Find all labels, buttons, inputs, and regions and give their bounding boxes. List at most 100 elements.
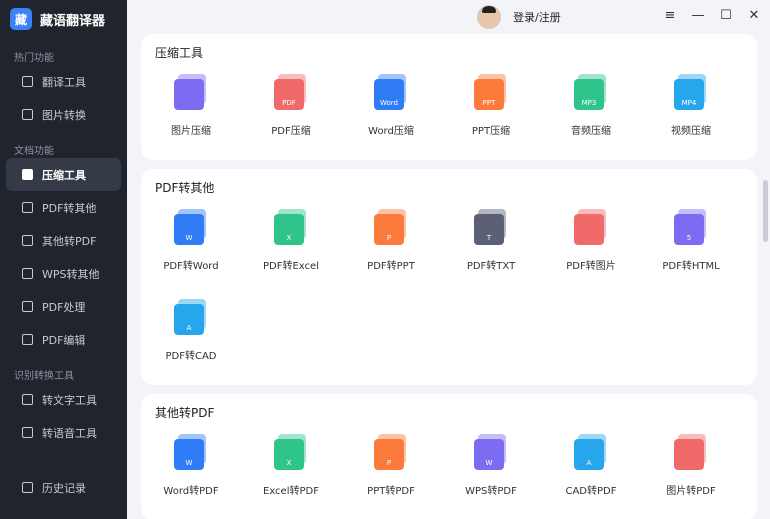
tool-icon-badge: A [174,304,204,335]
tool-item[interactable]: 图片压缩 [141,64,241,154]
section-label-hot: 热门功能 [14,53,54,64]
sidebar: 藏 藏语翻译器 热门功能 翻译工具 图片转换 文档功能 压缩工具 PDF转其他 … [0,0,127,519]
sidebar-item-compress[interactable]: 压缩工具 [6,158,121,191]
tool-label: 音频压缩 [571,126,611,137]
tool-icon-badge: PPT [474,79,504,110]
top-bar: 登录/注册 ≡ — ☐ ✕ [127,0,770,34]
tool-item[interactable]: W Word转PDF [141,424,241,514]
tool-item[interactable]: MP3 音频压缩 [541,64,641,154]
tool-label: PDF转TXT [466,261,516,272]
tool-label: PPT转PDF [367,486,415,497]
sidebar-item-history[interactable]: 历史记录 [6,471,121,504]
tool-icon-badge: W [474,439,504,470]
maximize-icon[interactable]: ☐ [718,8,734,23]
tool-item[interactable]: W PDF转Word [141,199,241,289]
tool-item[interactable]: MP4 视频压缩 [641,64,741,154]
sidebar-item-pdf-to-other[interactable]: PDF转其他 [6,191,121,224]
tool-label: PDF转PPT [367,261,415,272]
history-icon [22,482,33,493]
compress-icon [22,169,33,180]
tool-icon: PDF [274,74,308,110]
minimize-icon[interactable]: — [690,8,706,23]
tool-item[interactable]: P PDF转PPT [341,199,441,289]
tool-icon: A [174,299,208,335]
tool-label: PPT压缩 [471,126,511,137]
tool-label: PDF转HTML [662,261,720,272]
sidebar-item-to-text[interactable]: 转文字工具 [6,383,121,416]
tool-icon: MP4 [674,74,708,110]
tool-content: 压缩工具图片压缩 PDF PDF压缩 Word Word压缩 PPT PPT压缩 MP3 音频压… [141,34,757,519]
tool-icon-badge [574,214,604,245]
tool-icon: PPT [474,74,508,110]
tool-icon-badge: A [574,439,604,470]
tool-icon: X [274,434,308,470]
tool-label: Word转PDF [163,486,219,497]
tool-item[interactable]: P PPT转PDF [341,424,441,514]
tool-item[interactable]: PDF PDF压缩 [241,64,341,154]
edit-icon [22,334,33,345]
tool-icon: MP3 [574,74,608,110]
tool-icon [674,434,708,470]
tool-icon-badge: W [174,439,204,470]
section-label-recognize: 识别转换工具 [14,371,74,382]
tool-icon: W [474,434,508,470]
tool-icon [574,209,608,245]
user-area[interactable]: 登录/注册 [477,5,561,29]
login-link[interactable]: 登录/注册 [513,9,561,25]
main-area: 登录/注册 ≡ — ☐ ✕ 压缩工具图片压缩 PDF PDF压缩 Word Word压缩… [127,0,770,519]
tool-label: WPS转PDF [465,486,517,497]
image-convert-icon [22,109,33,120]
tool-item[interactable]: X Excel转PDF [241,424,341,514]
sidebar-item-translate[interactable]: 翻译工具 [6,65,121,98]
section-title: 压缩工具 [155,46,204,60]
tool-icon-badge: PDF [274,79,304,110]
menu-icon[interactable]: ≡ [662,8,678,23]
tool-label: PDF转图片 [566,261,616,272]
pdf-icon [22,202,33,213]
speech-icon [22,427,33,438]
wps-icon [22,268,33,279]
app-window: 藏 藏语翻译器 热门功能 翻译工具 图片转换 文档功能 压缩工具 PDF转其他 … [0,0,770,519]
tool-label: 图片转PDF [666,486,716,497]
tool-item[interactable]: A CAD转PDF [541,424,641,514]
sidebar-item-other-to-pdf[interactable]: 其他转PDF [6,224,121,257]
tool-icon: P [374,209,408,245]
tool-item[interactable]: 图片转PDF [641,424,741,514]
tool-icon: W [174,434,208,470]
tool-label: 图片压缩 [171,126,211,137]
tool-icon-badge: W [174,214,204,245]
section-label-doc: 文档功能 [14,146,54,157]
tool-icon-badge: MP3 [574,79,604,110]
tool-label: Excel转PDF [263,486,319,497]
sidebar-item-pdf-process[interactable]: PDF处理 [6,290,121,323]
tool-section-card: 其他转PDF W Word转PDF X Excel转PDF P PPT转PDF W WPS转PD… [141,394,757,519]
avatar[interactable] [477,5,501,29]
tool-item[interactable]: T PDF转TXT [441,199,541,289]
sidebar-item-to-speech[interactable]: 转语音工具 [6,416,121,449]
tool-icon-badge: P [374,439,404,470]
tool-item[interactable]: W WPS转PDF [441,424,541,514]
tool-item[interactable]: PPT PPT压缩 [441,64,541,154]
close-icon[interactable]: ✕ [746,8,762,23]
tool-label: PDF转CAD [165,351,217,362]
tool-icon: W [174,209,208,245]
sidebar-item-wps-to-other[interactable]: WPS转其他 [6,257,121,290]
app-logo-icon: 藏 [10,8,32,30]
translate-icon [22,76,33,87]
tool-icon-badge: P [374,214,404,245]
sidebar-item-image-convert[interactable]: 图片转换 [6,98,121,131]
scrollbar[interactable] [763,180,768,242]
sidebar-item-pdf-edit[interactable]: PDF编辑 [6,323,121,356]
tool-item[interactable]: 5 PDF转HTML [641,199,741,289]
tool-item[interactable]: Word Word压缩 [341,64,441,154]
tool-item[interactable]: A PDF转CAD [141,289,241,379]
file-icon [22,235,33,246]
tool-label: PDF转Excel [263,261,319,272]
pdf-process-icon [22,301,33,312]
tool-label: Word压缩 [368,126,414,137]
tool-item[interactable]: PDF转图片 [541,199,641,289]
tool-item[interactable]: X PDF转Excel [241,199,341,289]
tool-label: CAD转PDF [565,486,617,497]
window-controls: ≡ — ☐ ✕ [662,8,762,23]
tool-icon-badge: X [274,214,304,245]
